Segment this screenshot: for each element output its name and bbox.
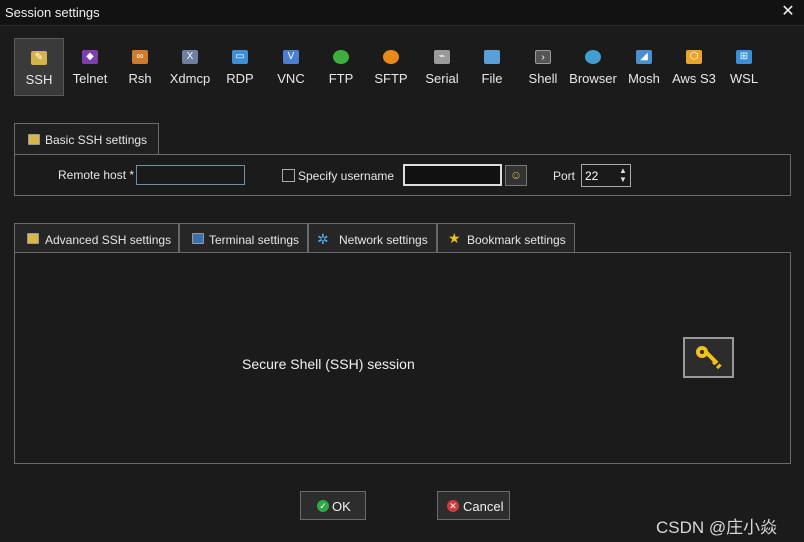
user-manager-button[interactable]: ☺	[505, 165, 527, 186]
protocol-telnet-button[interactable]: ◆ Telnet	[65, 38, 115, 96]
protocol-rdp-button[interactable]: ▭ RDP	[215, 38, 265, 96]
protocol-aws-s3-button[interactable]: ⬡ Aws S3	[669, 38, 719, 96]
xdmcp-icon: X	[182, 50, 198, 64]
session-description: Secure Shell (SSH) session	[242, 356, 415, 372]
tab-bookmark-settings[interactable]: ★ Bookmark settings	[437, 223, 575, 253]
ok-label: OK	[332, 499, 351, 514]
ok-button[interactable]: ✓ OK	[300, 491, 366, 520]
ssh-key-icon: ✎	[31, 51, 47, 65]
protocol-browser-button[interactable]: Browser	[568, 38, 618, 96]
rdp-icon: ▭	[232, 50, 248, 64]
file-icon	[484, 50, 500, 64]
tab-label: Bookmark settings	[467, 233, 566, 247]
cancel-label: Cancel	[463, 499, 504, 514]
spin-arrows-icon[interactable]: ▲ ▼	[618, 166, 628, 184]
protocol-mosh-button[interactable]: ◢ Mosh	[619, 38, 669, 96]
browser-globe-icon	[585, 50, 601, 64]
ftp-globe-icon	[333, 50, 349, 64]
cancel-icon: ✕	[447, 500, 459, 512]
check-icon: ✓	[317, 500, 329, 512]
star-icon: ★	[448, 230, 461, 246]
username-input[interactable]	[403, 164, 502, 186]
remote-host-input[interactable]	[136, 165, 245, 185]
protocol-ssh-button[interactable]: ✎ SSH	[14, 38, 64, 96]
window-title: Session settings	[5, 5, 100, 20]
key-icon	[696, 346, 722, 370]
remote-host-label: Remote host *	[58, 168, 135, 182]
sftp-icon	[383, 50, 399, 64]
telnet-icon: ◆	[82, 50, 98, 64]
rsh-icon: ∞	[132, 50, 148, 64]
terminal-icon	[192, 233, 204, 244]
tab-label: Network settings	[339, 233, 428, 247]
protocol-vnc-button[interactable]: V VNC	[266, 38, 316, 96]
tab-terminal-settings[interactable]: Terminal settings	[179, 223, 308, 253]
cancel-button[interactable]: ✕ Cancel	[437, 491, 510, 520]
protocol-xdmcp-button[interactable]: X Xdmcp	[165, 38, 215, 96]
shell-terminal-icon: ›	[535, 50, 551, 64]
network-icon: ✲	[317, 231, 329, 247]
vnc-icon: V	[283, 50, 299, 64]
port-label: Port	[553, 169, 576, 183]
port-value: 22	[585, 169, 599, 183]
wrench-key-icon	[27, 233, 39, 244]
user-icon: ☺	[509, 168, 523, 182]
protocol-ftp-button[interactable]: FTP	[316, 38, 366, 96]
title-bar: Session settings ✕	[0, 0, 804, 26]
protocol-file-button[interactable]: File	[467, 38, 517, 96]
specify-username-checkbox[interactable]	[282, 169, 295, 182]
wrench-key-icon	[28, 134, 40, 145]
protocol-toolbar: ✎ SSH ◆ Telnet ∞ Rsh X Xdmcp ▭ RDP V VNC…	[14, 38, 774, 96]
serial-satellite-icon: ⌁	[434, 50, 450, 64]
mosh-antenna-icon: ◢	[636, 50, 652, 64]
tab-network-settings[interactable]: ✲ Network settings	[308, 223, 437, 253]
tab-label: Advanced SSH settings	[45, 233, 172, 247]
protocol-serial-button[interactable]: ⌁ Serial	[417, 38, 467, 96]
tab-label: Basic SSH settings	[45, 133, 148, 147]
tab-basic-ssh-settings[interactable]: Basic SSH settings	[14, 123, 159, 155]
protocol-label: WSL	[729, 71, 759, 86]
close-icon[interactable]: ✕	[778, 2, 798, 22]
protocol-sftp-button[interactable]: SFTP	[366, 38, 416, 96]
protocol-shell-button[interactable]: › Shell	[518, 38, 568, 96]
wsl-windows-icon: ⊞	[736, 50, 752, 64]
ssh-key-icon	[683, 337, 734, 378]
protocol-wsl-button[interactable]: ⊞ WSL	[719, 38, 769, 96]
tab-label: Terminal settings	[209, 233, 300, 247]
tab-advanced-ssh-settings[interactable]: Advanced SSH settings	[14, 223, 179, 253]
watermark-text: CSDN @庄小焱	[656, 518, 778, 537]
specify-username-label: Specify username	[298, 169, 395, 183]
port-stepper[interactable]: 22 ▲ ▼	[581, 164, 631, 187]
aws-s3-icon: ⬡	[686, 50, 702, 64]
protocol-rsh-button[interactable]: ∞ Rsh	[115, 38, 165, 96]
